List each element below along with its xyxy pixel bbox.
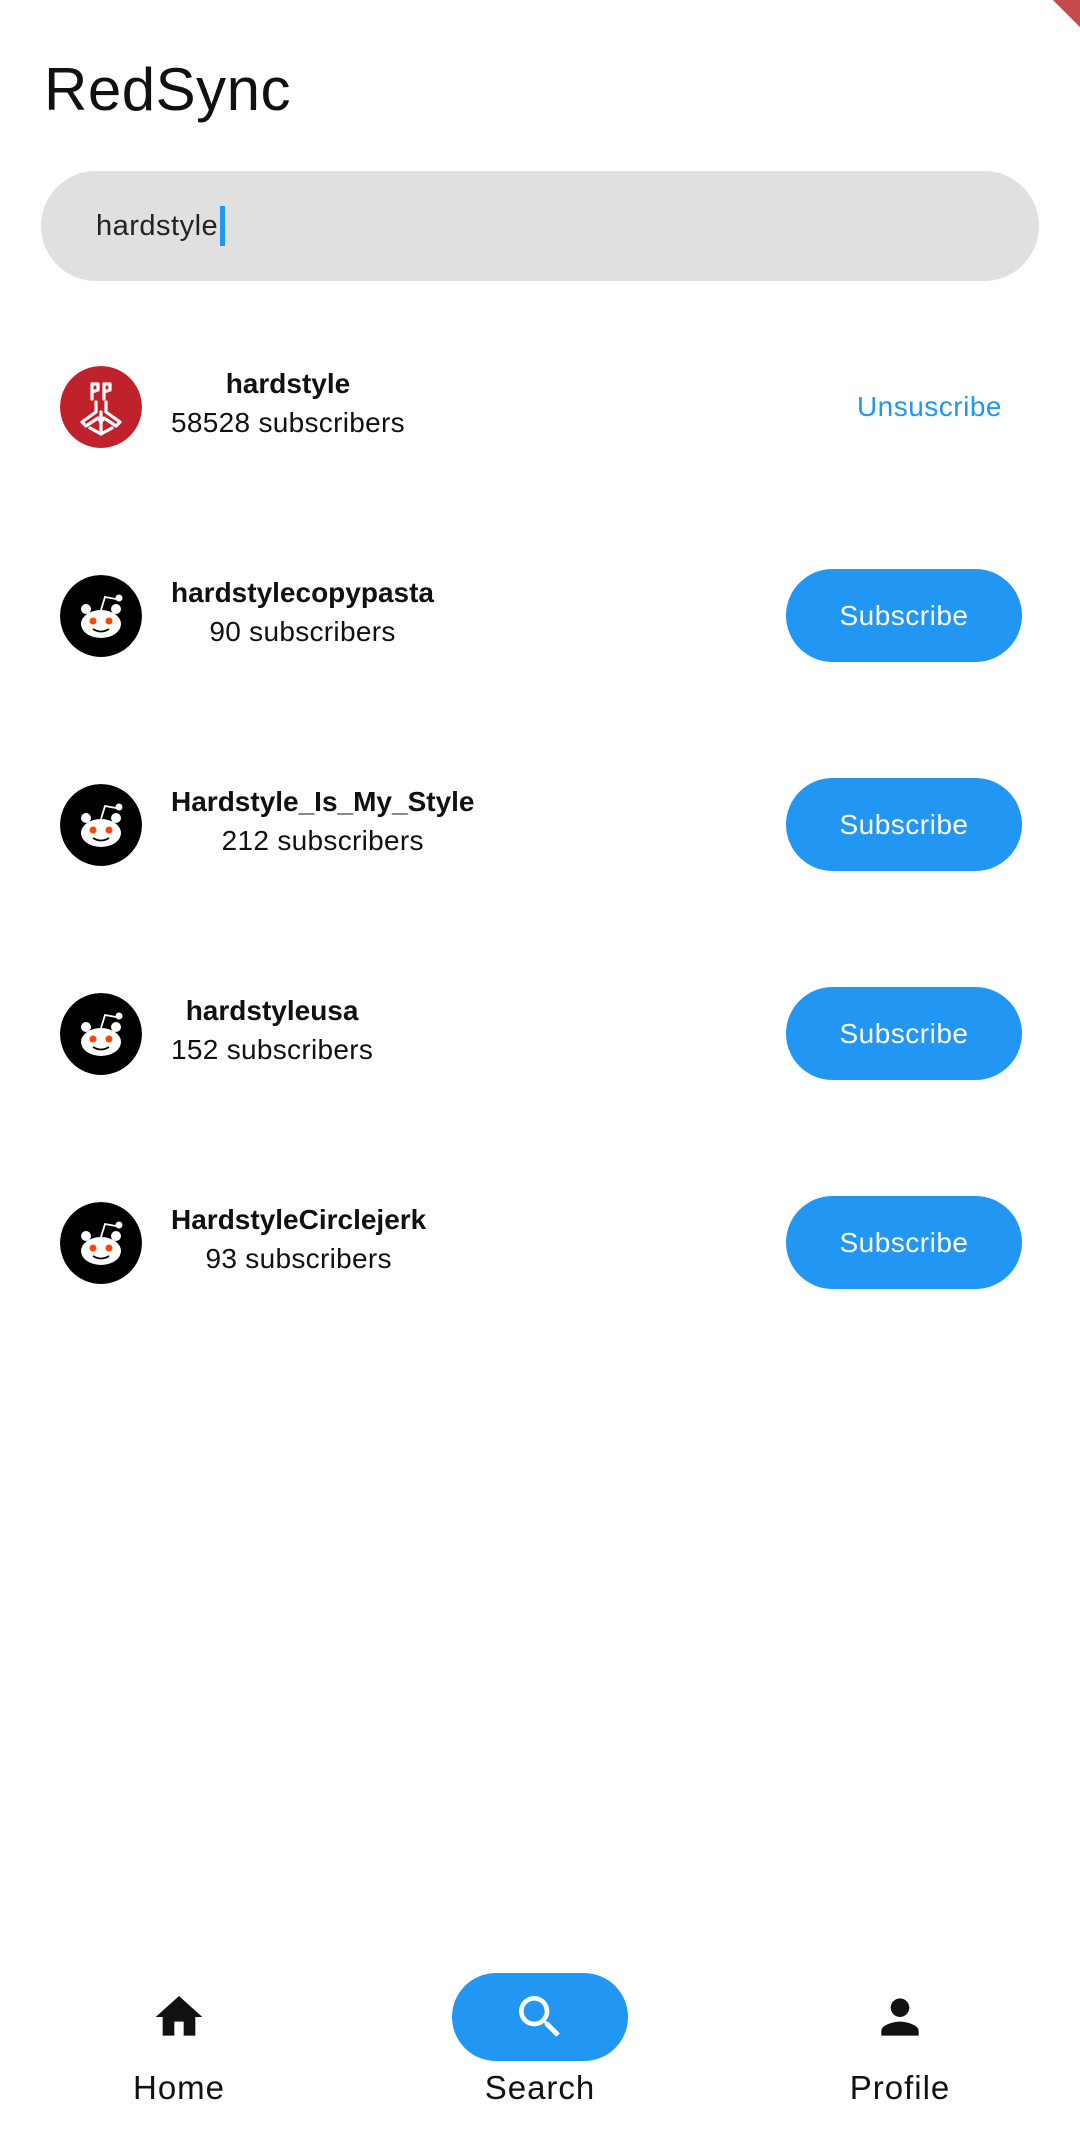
search-input-value: hardstyle [96, 209, 219, 242]
list-item: hardstyle 58528 subscribers Unsuscribe [60, 357, 1020, 457]
search-input[interactable]: hardstyle [41, 171, 1039, 281]
reddit-alien-icon [60, 784, 142, 866]
subscribe-button[interactable]: Subscribe [786, 1196, 1022, 1289]
nav-label: Search [484, 2069, 596, 2106]
subreddit-name: hardstyleusa [185, 995, 359, 1026]
bottom-navigation: Home Search Profile [0, 1960, 1080, 2153]
nav-item-search[interactable]: Search [440, 1960, 640, 2130]
reddit-alien-icon [60, 575, 142, 657]
subscriber-count: 212 subscribers [221, 825, 424, 856]
subreddit-name: hardstylecopypasta [171, 577, 434, 608]
nav-label: Home [132, 2069, 226, 2106]
subreddit-info: hardstyle 58528 subscribers [171, 365, 405, 443]
debug-banner [1020, 0, 1080, 60]
hardstyle-logo-icon [60, 366, 142, 448]
subreddit-info: hardstyleusa 152 subscribers [171, 992, 373, 1070]
reddit-alien-icon [60, 993, 142, 1075]
home-icon [155, 1996, 203, 2036]
subscribe-button[interactable]: Subscribe [786, 778, 1022, 871]
subscribe-button[interactable]: Subscribe [786, 569, 1022, 662]
subreddit-name: hardstyle [225, 368, 351, 399]
subscriber-count: 58528 subscribers [171, 407, 405, 438]
subreddit-info: hardstylecopypasta 90 subscribers [171, 574, 434, 652]
list-item: hardstylecopypasta 90 subscribers Subscr… [60, 566, 1022, 666]
list-item: HardstyleCirclejerk 93 subscribers Subsc… [60, 1193, 1022, 1293]
nav-icon-container [91, 1973, 267, 2061]
text-caret [220, 206, 226, 246]
list-item: Hardstyle_Is_My_Style 212 subscribers Su… [60, 775, 1022, 875]
unsubscribe-button[interactable]: Unsuscribe [857, 382, 1002, 432]
subscriber-count: 90 subscribers [209, 616, 396, 647]
subreddit-name: Hardstyle_Is_My_Style [171, 786, 475, 817]
subscriber-count: 93 subscribers [205, 1243, 392, 1274]
search-icon [519, 1996, 560, 2037]
subreddit-info: HardstyleCirclejerk 93 subscribers [171, 1201, 426, 1279]
list-item: hardstyleusa 152 subscribers Subscribe [60, 984, 1022, 1084]
reddit-alien-icon [60, 1202, 142, 1284]
nav-icon-container-active [452, 1973, 628, 2061]
nav-icon-container [812, 1973, 988, 2061]
subscribe-button[interactable]: Subscribe [786, 987, 1022, 1080]
app-title: RedSync [44, 56, 291, 123]
person-icon [881, 1998, 919, 2036]
subreddit-info: Hardstyle_Is_My_Style 212 subscribers [171, 783, 475, 861]
nav-item-profile[interactable]: Profile [800, 1960, 1000, 2130]
nav-item-home[interactable]: Home [79, 1960, 279, 2130]
subreddit-name: HardstyleCirclejerk [171, 1204, 427, 1235]
nav-label: Profile [849, 2069, 951, 2106]
subscriber-count: 152 subscribers [171, 1034, 374, 1065]
